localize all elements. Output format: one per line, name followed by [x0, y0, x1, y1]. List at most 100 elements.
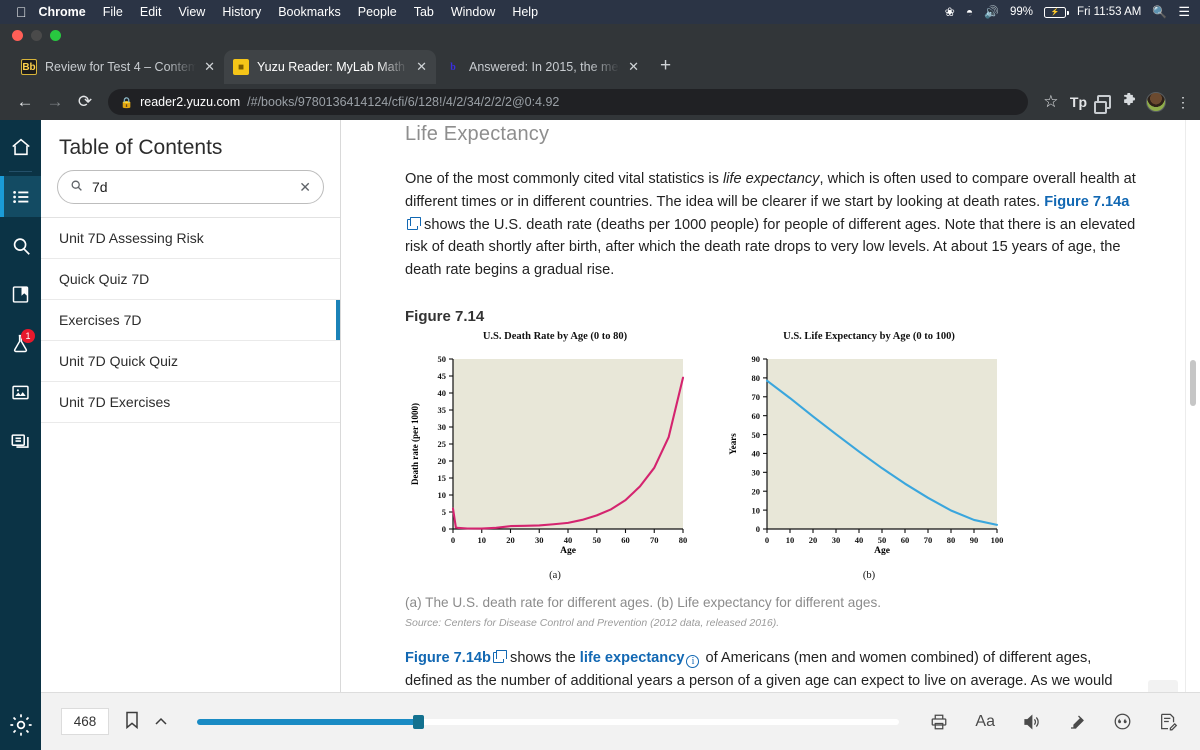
- info-icon[interactable]: i: [686, 654, 700, 668]
- svg-text:30: 30: [832, 535, 841, 545]
- toc-search-input[interactable]: 7d ✕: [57, 170, 324, 204]
- profile-avatar[interactable]: [1146, 92, 1166, 112]
- address-bar[interactable]: 🔒 reader2.yuzu.com /#/books/9780136414124…: [108, 89, 1028, 115]
- sidebar-item-home[interactable]: [0, 126, 41, 167]
- sidebar-item-settings[interactable]: [0, 712, 41, 738]
- menu-bookmarks[interactable]: Bookmarks: [278, 5, 341, 19]
- puzzle-icon[interactable]: [1121, 92, 1136, 111]
- cube-extension-icon[interactable]: [1094, 95, 1111, 114]
- svg-text:35: 35: [438, 405, 447, 415]
- tab-close-icon[interactable]: ✕: [204, 59, 215, 75]
- reload-button[interactable]: ⟳: [70, 92, 100, 112]
- tab-title: Review for Test 4 – Contempor: [45, 60, 197, 74]
- tab-close-icon[interactable]: ✕: [416, 59, 427, 75]
- bookmark-icon[interactable]: [125, 711, 139, 733]
- read-aloud-icon[interactable]: [1021, 713, 1041, 731]
- menu-tab[interactable]: Tab: [414, 5, 434, 19]
- spotlight-search-icon[interactable]: 🔍: [1152, 5, 1167, 19]
- forward-button[interactable]: →: [40, 92, 70, 112]
- control-center-icon[interactable]: ☰: [1178, 4, 1190, 20]
- tp-extension-icon[interactable]: Tp: [1070, 94, 1087, 110]
- clear-search-icon[interactable]: ✕: [299, 179, 311, 196]
- scrollbar-thumb[interactable]: [1190, 360, 1196, 406]
- url-path: /#/books/9780136414124/cfi/6/128!/4/2/34…: [247, 95, 560, 109]
- quote-icon[interactable]: [1113, 712, 1132, 731]
- sidebar-item-search[interactable]: [0, 225, 41, 266]
- maximize-window-button[interactable]: [50, 30, 61, 41]
- slider-thumb[interactable]: [413, 714, 425, 729]
- popup-figure-icon[interactable]: [492, 649, 507, 663]
- highlighter-icon[interactable]: [1067, 713, 1087, 731]
- link-figure-7-14a[interactable]: Figure 7.14a: [1044, 194, 1129, 210]
- svg-text:0: 0: [442, 524, 446, 534]
- back-button[interactable]: ←: [10, 92, 40, 112]
- link-figure-7-14b[interactable]: Figure 7.14b: [405, 650, 491, 666]
- svg-text:40: 40: [752, 449, 761, 459]
- svg-text:40: 40: [564, 535, 573, 545]
- bluetooth-icon[interactable]: ❀: [945, 5, 955, 19]
- sidebar-item-notes[interactable]: [0, 421, 41, 462]
- chart-sublabel: (b): [862, 569, 876, 581]
- new-tab-button[interactable]: +: [648, 50, 683, 84]
- bookmark-star-icon[interactable]: ☆: [1036, 92, 1066, 112]
- popup-figure-icon[interactable]: [407, 216, 421, 230]
- close-window-button[interactable]: [12, 30, 23, 41]
- chart-title: U.S. Life Expectancy by Age (0 to 100): [783, 330, 955, 342]
- menu-chrome[interactable]: Chrome: [39, 5, 86, 19]
- browser-tab-yuzu[interactable]: ■ Yuzu Reader: MyLab Math for U ✕: [224, 50, 436, 84]
- svg-text:30: 30: [752, 468, 761, 478]
- svg-text:30: 30: [438, 422, 447, 432]
- minimize-window-button[interactable]: [31, 30, 42, 41]
- battery-icon[interactable]: ⚡: [1044, 6, 1069, 18]
- link-life-expectancy-glossary[interactable]: life expectancy: [580, 650, 685, 666]
- text-run: shows the: [505, 649, 580, 666]
- svg-text:40: 40: [438, 388, 447, 398]
- toc-item-unit-7d-assessing-risk[interactable]: Unit 7D Assessing Risk: [41, 218, 340, 259]
- menu-edit[interactable]: Edit: [140, 5, 162, 19]
- page-number-input[interactable]: 468: [61, 708, 109, 735]
- yuzu-reader: 1 Table of Contents 7d ✕ Unit 7D Assessi…: [0, 120, 1200, 750]
- print-icon[interactable]: [929, 713, 949, 731]
- toc-item-label: Quick Quiz 7D: [59, 271, 150, 287]
- volume-icon[interactable]: 🔊: [984, 5, 999, 19]
- clock[interactable]: Fri 11:53 AM: [1077, 6, 1141, 18]
- reading-progress-slider[interactable]: [197, 713, 900, 731]
- paragraph-intro: One of the most commonly cited vital sta…: [405, 168, 1140, 282]
- svg-text:10: 10: [438, 490, 447, 500]
- yuzu-favicon-icon: ■: [233, 59, 249, 75]
- kebab-menu-icon[interactable]: ⋮: [1176, 94, 1190, 111]
- reader-tools: Aa: [929, 712, 1178, 731]
- toc-item-quick-quiz-7d[interactable]: Quick Quiz 7D: [41, 259, 340, 300]
- browser-tab-blackboard[interactable]: Bb Review for Test 4 – Contempor ✕: [12, 50, 224, 84]
- tab-close-icon[interactable]: ✕: [628, 59, 639, 75]
- browser-tab-bartleby[interactable]: b Answered: In 2015, the median ✕: [436, 50, 648, 84]
- wifi-icon[interactable]: ◓: [966, 5, 973, 19]
- battery-percent: 99%: [1010, 6, 1034, 18]
- chevron-up-icon[interactable]: [155, 715, 167, 729]
- apple-logo-icon[interactable]: : [16, 4, 27, 20]
- sidebar-item-table-of-contents[interactable]: [0, 176, 41, 217]
- svg-text:80: 80: [752, 373, 761, 383]
- menu-help[interactable]: Help: [512, 5, 538, 19]
- svg-text:70: 70: [650, 535, 659, 545]
- study-badge-count: 1: [21, 329, 35, 343]
- reader-scrollbar[interactable]: [1190, 120, 1196, 712]
- chart-death-rate: U.S. Death Rate by Age (0 to 80) 0 5 10 15 2…: [405, 331, 705, 581]
- menu-view[interactable]: View: [178, 5, 205, 19]
- svg-text:20: 20: [506, 535, 515, 545]
- toc-item-exercises-7d[interactable]: Exercises 7D: [41, 300, 340, 341]
- toc-item-unit-7d-quick-quiz[interactable]: Unit 7D Quick Quiz: [41, 341, 340, 382]
- menu-history[interactable]: History: [222, 5, 261, 19]
- font-size-icon[interactable]: Aa: [975, 713, 995, 731]
- menu-window[interactable]: Window: [451, 5, 495, 19]
- sidebar-item-flashcards[interactable]: [0, 274, 41, 315]
- toc-item-unit-7d-exercises[interactable]: Unit 7D Exercises: [41, 382, 340, 423]
- chart-sublabel: (a): [549, 569, 561, 581]
- sidebar-item-figures[interactable]: [0, 372, 41, 413]
- sidebar-item-study[interactable]: 1: [0, 323, 41, 364]
- svg-text:20: 20: [809, 535, 818, 545]
- svg-text:60: 60: [621, 535, 630, 545]
- notebook-icon[interactable]: [1158, 712, 1178, 731]
- menu-file[interactable]: File: [103, 5, 123, 19]
- menu-people[interactable]: People: [358, 5, 397, 19]
